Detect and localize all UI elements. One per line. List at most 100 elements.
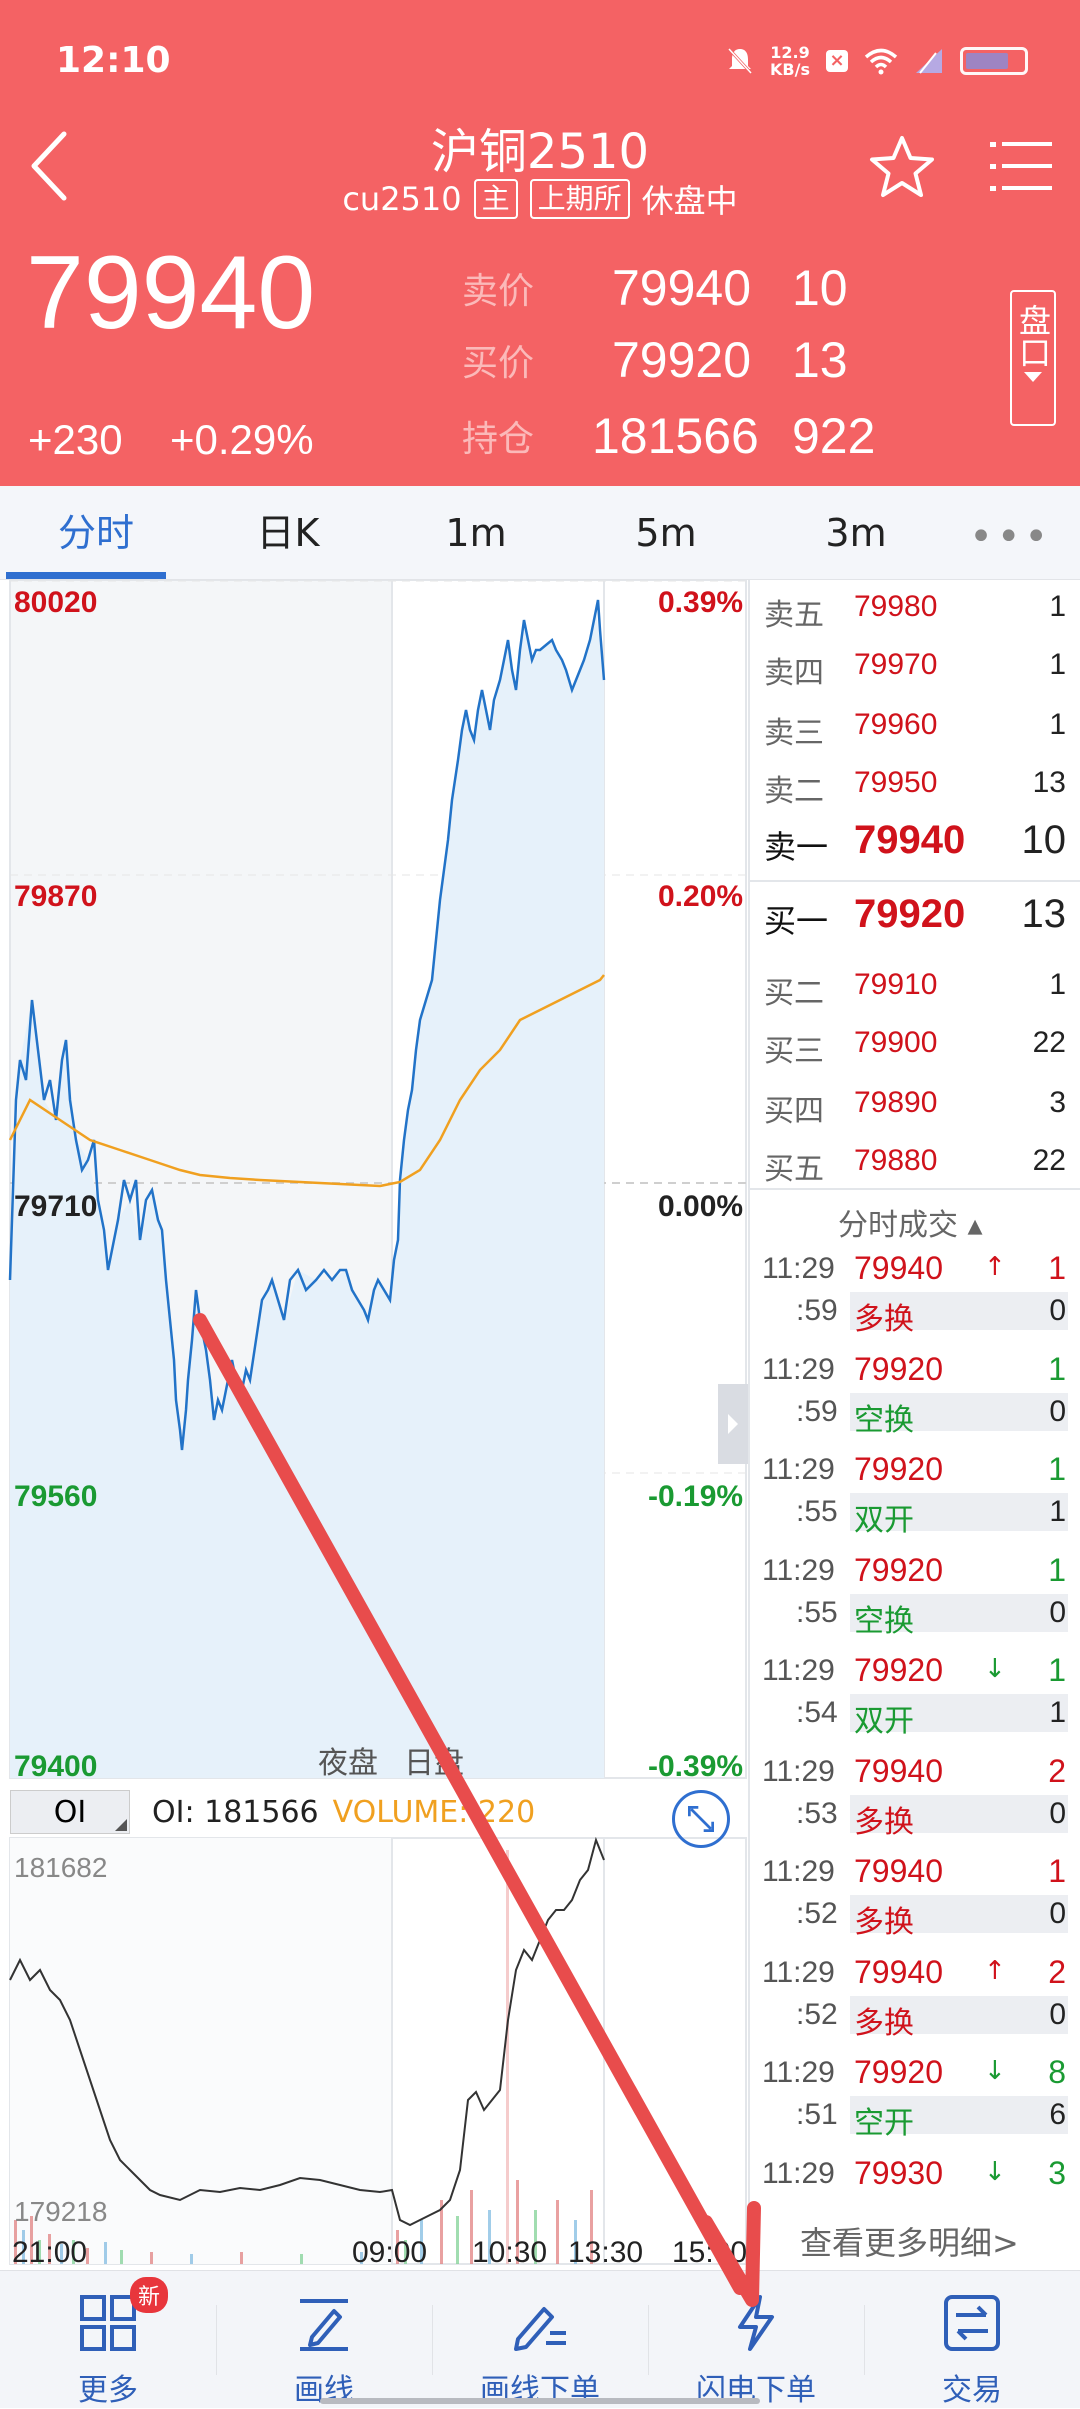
- time-axis-label-2: 09:00: [352, 2236, 428, 2269]
- tab-daily-k[interactable]: 日K: [208, 486, 368, 580]
- trade-icon: [944, 2295, 1000, 2351]
- tick-direction-arrow-icon: ↓: [984, 2156, 1006, 2187]
- tick-time: 11:29: [762, 1855, 835, 1888]
- tick-direction-arrow-icon: ↑: [984, 1955, 1006, 1986]
- ask-level-price: 79950: [854, 766, 938, 799]
- ask-level-label: 卖三: [764, 716, 824, 751]
- ask-level-1: 卖一 79940 10: [750, 814, 1080, 872]
- price-label-top: 80020: [14, 586, 98, 619]
- nav-draw-line-button[interactable]: 画线: [216, 2271, 432, 2409]
- bid-level-price: 79880: [854, 1144, 938, 1177]
- tick-direction-arrow-icon: ↑: [984, 1252, 1006, 1282]
- status-time: 12:10: [56, 40, 171, 81]
- tick-row: 11:29:55 79920 1 双开 1: [750, 1449, 1080, 1549]
- tick-seconds: :55: [796, 1595, 838, 1629]
- status-icons: 12.9 KB/s ×: [726, 44, 1028, 78]
- price-label-2: 79870: [14, 880, 98, 913]
- oi-max-label: 181682: [14, 1852, 108, 1883]
- bid-level-volume: 22: [1032, 1026, 1066, 1059]
- ask-level-3: 卖三 79960 1: [750, 698, 1080, 756]
- tick-seconds: :52: [796, 1897, 838, 1930]
- bid-level-label: 买四: [764, 1094, 824, 1129]
- notification-x-icon: ×: [826, 50, 848, 72]
- menu-icon[interactable]: [988, 134, 1054, 198]
- price-label-4: 79560: [14, 1480, 98, 1513]
- tick-time: 11:29: [762, 1654, 835, 1687]
- bid-level-volume: 1: [1049, 968, 1066, 1001]
- tick-row: 11:29:55 79920 1 空换 0: [750, 1550, 1080, 1650]
- quote-header: 12:10 12.9 KB/s × 沪铜2510 cu2510 主 上期所 休盘…: [0, 0, 1080, 486]
- pankou-chevron-icon: [1024, 372, 1042, 382]
- nav-trade-button[interactable]: 交易: [864, 2271, 1080, 2409]
- oi-change: 922: [792, 408, 876, 464]
- tick-price: 79940: [854, 1250, 943, 1286]
- bid-level-2: 买二 79910 1: [750, 958, 1080, 1016]
- tick-row: 11:29:53 79940 2 多换 0: [750, 1751, 1080, 1851]
- tab-intraday[interactable]: 分时: [16, 486, 176, 580]
- bid-label: 买价: [462, 343, 535, 384]
- ask-level-volume: 10: [1021, 818, 1067, 862]
- tab-5m[interactable]: 5m: [586, 486, 746, 580]
- tick-volume: 1: [1048, 1551, 1066, 1588]
- tick-trade-type: 双开: [854, 1704, 914, 1739]
- favorite-star-icon[interactable]: [866, 132, 938, 204]
- period-tabs: 分时 日K 1m 5m 3m •••: [0, 486, 1080, 580]
- tick-price: 79920: [854, 1551, 943, 1588]
- indicator-select[interactable]: OI: [10, 1790, 130, 1834]
- tick-direction-arrow-icon: ↓: [984, 2056, 1006, 2086]
- more-tabs-icon[interactable]: •••: [969, 514, 1052, 560]
- pankou-label: 盘口: [1014, 304, 1052, 368]
- new-badge: 新: [130, 2277, 169, 2313]
- tick-time: 11:29: [762, 2156, 835, 2190]
- price-change: +230: [28, 416, 123, 463]
- tick-volume: 3: [1048, 2154, 1066, 2191]
- bid-level-5: 买五 79880 22: [750, 1134, 1080, 1192]
- more-detail-link[interactable]: 查看更多明细>: [800, 2218, 1019, 2264]
- tick-seconds: :52: [796, 1997, 838, 2031]
- intraday-chart[interactable]: [0, 580, 750, 2270]
- bid-quote-row: 买价 79920 13: [462, 330, 848, 390]
- tick-oi-change: 0: [1049, 1897, 1066, 1930]
- nav-draw-order-button[interactable]: 画线下单: [432, 2271, 648, 2409]
- price-label-prev-close: 79710: [14, 1190, 98, 1223]
- bid-level-3: 买三 79900 22: [750, 1016, 1080, 1074]
- nav-flash-order-button[interactable]: 闪电下单: [648, 2271, 864, 2409]
- tick-oi-change: 6: [1049, 2098, 1066, 2131]
- time-axis-label-3: 10:30: [472, 2236, 548, 2269]
- tick-time: 11:29: [762, 1252, 835, 1285]
- bid-level-label: 买一: [764, 902, 829, 940]
- home-indicator: [320, 2398, 760, 2404]
- chart-side-handle-icon[interactable]: [718, 1384, 748, 1464]
- tick-oi-change: 0: [1049, 1997, 1066, 2031]
- ask-bid-divider: [750, 880, 1080, 882]
- pankou-toggle-button[interactable]: 盘口: [1010, 290, 1056, 426]
- tab-1m[interactable]: 1m: [396, 486, 556, 580]
- market-state: 休盘中: [641, 182, 738, 220]
- nav-trade-label: 交易: [942, 2373, 1002, 2408]
- expand-chart-icon[interactable]: [672, 1790, 730, 1848]
- ask-level-4: 卖四 79970 1: [750, 638, 1080, 696]
- bid-level-label: 买三: [764, 1034, 824, 1069]
- tab-3m[interactable]: 3m: [776, 486, 936, 580]
- ask-price: 79940: [612, 260, 752, 316]
- ticks-title[interactable]: 分时成交 ▴: [838, 1200, 983, 1244]
- price-change-pct: +0.29%: [170, 416, 314, 463]
- tick-trade-type: 多换: [854, 1905, 914, 1940]
- bid-level-price: 79890: [854, 1086, 938, 1119]
- tick-time: 11:29: [762, 1453, 835, 1486]
- dropdown-corner-icon: [115, 1819, 127, 1831]
- ask-level-volume: 13: [1032, 766, 1066, 799]
- tick-seconds: :55: [796, 1495, 838, 1528]
- tick-time: 11:29: [762, 1553, 835, 1587]
- ask-volume: 10: [792, 260, 848, 316]
- bid-level-label: 买二: [764, 976, 824, 1011]
- main-contract-tag: 主: [473, 179, 518, 219]
- tick-trade-type: 多换: [854, 1804, 914, 1840]
- nav-more-button[interactable]: 新 更多: [0, 2271, 216, 2409]
- tick-trade-type: 空换: [854, 1603, 914, 1639]
- ask-level-price: 79970: [854, 648, 938, 681]
- tick-seconds: :53: [796, 1796, 838, 1830]
- bid-volume: 13: [792, 332, 848, 388]
- tick-trade-type: 多换: [854, 1302, 914, 1337]
- tick-trade-type: 多换: [854, 2005, 914, 2041]
